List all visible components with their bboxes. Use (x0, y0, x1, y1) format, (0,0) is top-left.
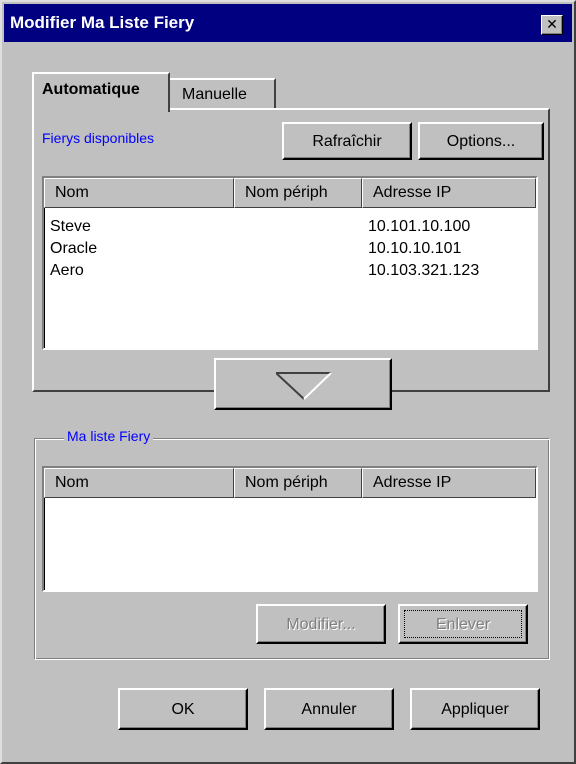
remove-button[interactable]: Enlever (398, 604, 528, 644)
options-button-label: Options... (446, 133, 516, 150)
row-ip: 10.101.10.100 (368, 218, 471, 235)
close-icon: ✕ (546, 16, 558, 32)
list-item[interactable]: Oracle 10.10.10.101 (50, 240, 530, 262)
column-header-nom[interactable]: Nom (44, 468, 234, 498)
row-name: Oracle (50, 240, 98, 257)
ok-button[interactable]: OK (118, 688, 248, 730)
remove-button-label: Enlever (435, 616, 491, 633)
refresh-button[interactable]: Rafraîchir (282, 122, 412, 160)
available-fierys-label: Fierys disponibles (42, 130, 155, 146)
options-button[interactable]: Options... (418, 122, 544, 160)
cancel-button[interactable]: Annuler (264, 688, 394, 730)
dialog-window: Modifier Ma Liste Fiery ✕ Manuelle Autom… (0, 0, 576, 764)
row-name: Steve (50, 218, 91, 235)
add-to-my-list-button[interactable] (214, 358, 392, 410)
available-fierys-list[interactable]: Nom Nom périph Adresse IP Steve 10.101.1… (42, 176, 538, 350)
down-arrow-icon (276, 372, 332, 400)
ok-button-label: OK (171, 701, 195, 718)
close-button[interactable]: ✕ (541, 15, 563, 35)
column-header-nom-periph[interactable]: Nom périph (234, 178, 362, 208)
refresh-button-label: Rafraîchir (312, 133, 382, 150)
list-item[interactable]: Steve 10.101.10.100 (50, 218, 530, 240)
tab-automatique[interactable]: Automatique (32, 72, 170, 112)
column-header-adresse-ip[interactable]: Adresse IP (362, 178, 536, 208)
tab-manuelle[interactable]: Manuelle (168, 78, 276, 110)
my-list-group-label: Ma liste Fiery (64, 428, 154, 444)
my-fiery-list[interactable]: Nom Nom périph Adresse IP (42, 466, 538, 592)
apply-button[interactable]: Appliquer (410, 688, 540, 730)
column-header-adresse-ip[interactable]: Adresse IP (362, 468, 536, 498)
column-header-nom[interactable]: Nom (44, 178, 234, 208)
apply-button-label: Appliquer (441, 701, 509, 718)
row-name: Aero (50, 262, 84, 279)
tab-automatique-label: Automatique (42, 81, 140, 98)
row-ip: 10.10.10.101 (368, 240, 462, 257)
column-header-nom-periph[interactable]: Nom périph (234, 468, 362, 498)
row-ip: 10.103.321.123 (368, 262, 480, 279)
tab-manuelle-label: Manuelle (182, 86, 247, 103)
window-title: Modifier Ma Liste Fiery (10, 13, 195, 32)
modify-button-label: Modifier... (286, 616, 356, 633)
cancel-button-label: Annuler (301, 701, 357, 718)
title-bar[interactable]: Modifier Ma Liste Fiery ✕ (4, 4, 572, 42)
modify-button[interactable]: Modifier... (256, 604, 386, 644)
list-item[interactable]: Aero 10.103.321.123 (50, 262, 530, 284)
